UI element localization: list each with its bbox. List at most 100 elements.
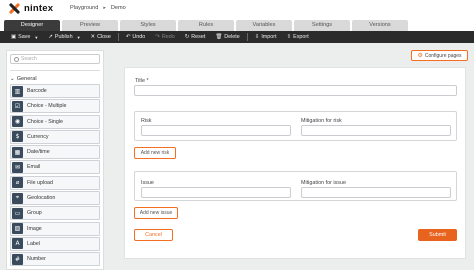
tab-settings[interactable]: Settings — [294, 20, 350, 31]
control-label: Number — [27, 256, 46, 263]
undo-icon: ↶ — [125, 34, 131, 40]
configure-pages-label: Configure pages — [424, 52, 462, 59]
radio-list-icon: ◉ — [12, 116, 23, 128]
close-button[interactable]: ✕ Close — [86, 31, 116, 43]
control-item-image[interactable]: ▨ Image — [10, 221, 100, 236]
image-icon: ▨ — [12, 223, 23, 235]
control-item-label[interactable]: A Label — [10, 236, 100, 251]
mitigation-issue-input[interactable] — [301, 187, 451, 198]
submit-button[interactable]: Submit — [418, 229, 457, 241]
import-button[interactable]: ⇩ Import — [250, 31, 282, 43]
label-icon: A — [12, 238, 23, 250]
breadcrumb-item-playground[interactable]: Playground — [70, 5, 98, 11]
undo-button[interactable]: ↶ Undo — [121, 31, 150, 43]
trash-icon: 🗑 — [215, 34, 223, 40]
control-label: Group — [27, 210, 42, 217]
tab-versions[interactable]: Versions — [352, 20, 408, 31]
redo-button[interactable]: ↷ Redo — [150, 31, 179, 43]
risk-repeating-section: Risk Mitigation for risk — [134, 111, 457, 141]
control-item-number[interactable]: # Number — [10, 252, 100, 267]
issue-label: Issue — [141, 180, 154, 186]
tab-preview[interactable]: Preview — [62, 20, 118, 31]
number-icon: # — [12, 253, 23, 265]
tab-rules[interactable]: Rules — [178, 20, 234, 31]
control-label: Geolocation — [27, 195, 56, 202]
tab-styles[interactable]: Styles — [120, 20, 176, 31]
search-input[interactable]: Search — [10, 54, 100, 64]
close-label: Close — [97, 34, 111, 40]
import-label: Import — [261, 34, 277, 40]
delete-button[interactable]: 🗑 Delete — [210, 31, 244, 43]
control-label: Currency — [27, 133, 49, 140]
breadcrumb-item-demo: Demo — [110, 5, 126, 11]
form-canvas: Title * Risk Mitigation for risk Add new… — [124, 67, 466, 259]
nintex-logo[interactable]: nintex — [9, 3, 53, 14]
group-icon: ▭ — [12, 207, 23, 219]
control-item-barcode[interactable]: ▥ Barcode — [10, 84, 100, 98]
control-item-currency[interactable]: $ Currency — [10, 129, 100, 144]
export-label: Export — [293, 34, 309, 40]
control-label: Choice - Multiple — [27, 103, 67, 110]
tab-designer[interactable]: Designer — [4, 20, 60, 31]
control-item-date-time[interactable]: ▦ Date/time — [10, 145, 100, 160]
search-placeholder: Search — [21, 56, 37, 62]
breadcrumb: Playground ▸ Demo — [70, 5, 126, 11]
publish-label: Publish — [54, 34, 73, 40]
controls-sidebar: Search ⌄ General ▥ Barcode ☑ Choice - Multi… — [6, 50, 104, 270]
envelope-icon: ✉ — [12, 161, 23, 173]
risk-input[interactable] — [141, 125, 291, 136]
mitigation-risk-label: Mitigation for risk — [301, 118, 342, 124]
export-icon: ⇧ — [286, 34, 292, 40]
add-new-risk-button[interactable]: Add new risk — [134, 147, 176, 159]
control-label: File upload — [27, 179, 53, 186]
reset-button[interactable]: ↻ Reset — [180, 31, 211, 43]
paperclip-icon: ⌀ — [12, 177, 23, 189]
nintex-logo-icon — [9, 3, 20, 14]
designer-tabs: Designer Preview Styles Rules Variables … — [0, 20, 408, 31]
save-button[interactable]: ▣ Save ▼ — [6, 31, 43, 43]
logo-text: nintex — [24, 3, 54, 14]
chevron-down-icon: ▼ — [76, 34, 81, 40]
control-item-group[interactable]: ▭ Group — [10, 206, 100, 221]
control-label: Choice - Single — [27, 118, 63, 125]
title-input[interactable] — [134, 85, 457, 96]
tab-variables[interactable]: Variables — [236, 20, 292, 31]
location-icon: ⌖ — [12, 192, 23, 204]
title-label: Title * — [135, 78, 149, 84]
publish-button[interactable]: ➚ Publish ▼ — [43, 31, 85, 43]
delete-label: Delete — [224, 34, 240, 40]
mitigation-issue-label: Mitigation for issue — [301, 180, 346, 186]
undo-label: Undo — [132, 34, 146, 40]
control-item-geolocation[interactable]: ⌖ Geolocation — [10, 191, 100, 206]
gear-icon: ⚙ — [417, 53, 423, 59]
mitigation-risk-input[interactable] — [301, 125, 451, 136]
export-button[interactable]: ⇧ Export — [282, 31, 314, 43]
section-general[interactable]: ⌄ General — [10, 70, 100, 82]
currency-icon: $ — [12, 131, 23, 143]
toolbar: ▣ Save ▼ ➚ Publish ▼ ✕ Close ↶ Undo ↷ Re… — [0, 31, 474, 43]
risk-label: Risk — [141, 118, 152, 124]
issue-repeating-section: Issue Mitigation for issue — [134, 171, 457, 201]
control-item-choice-multiple[interactable]: ☑ Choice - Multiple — [10, 99, 100, 114]
control-label: Label — [27, 240, 40, 247]
publish-icon: ➚ — [48, 34, 53, 40]
save-label: Save — [18, 34, 31, 40]
chevron-down-icon: ⌄ — [10, 76, 15, 82]
control-item-email[interactable]: ✉ Email — [10, 160, 100, 175]
reset-label: Reset — [191, 34, 206, 40]
toolbar-divider — [117, 33, 119, 41]
calendar-icon: ▦ — [12, 146, 23, 158]
cancel-button[interactable]: Cancel — [134, 229, 173, 241]
save-icon: ▣ — [11, 34, 17, 40]
chevron-down-icon: ▼ — [34, 34, 39, 40]
control-item-file-upload[interactable]: ⌀ File upload — [10, 175, 100, 190]
control-list: ▥ Barcode ☑ Choice - Multiple ◉ Choice - Sing… — [7, 84, 103, 267]
add-new-issue-button[interactable]: Add new issue — [134, 207, 178, 219]
control-label: Image — [27, 225, 42, 232]
redo-icon: ↷ — [155, 34, 160, 40]
top-bar: nintex Playground ▸ Demo — [0, 0, 474, 18]
issue-input[interactable] — [141, 187, 291, 198]
control-item-choice-single[interactable]: ◉ Choice - Single — [10, 114, 100, 129]
configure-pages-button[interactable]: ⚙ Configure pages — [411, 50, 468, 61]
import-icon: ⇩ — [254, 34, 260, 40]
